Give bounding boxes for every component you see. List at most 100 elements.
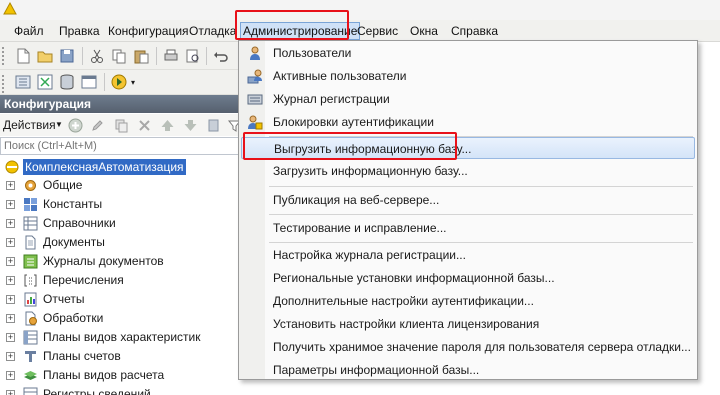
tree-item-label: Документы <box>43 235 105 249</box>
tree-root-label[interactable]: КомплекснаяАвтоматизация <box>23 159 186 175</box>
tree-item[interactable]: + Планы счетов <box>0 347 240 366</box>
info-registers-icon <box>23 387 38 395</box>
open-folder-icon[interactable] <box>36 47 54 65</box>
menu-item-label: Дополнительные настройки аутентификации.… <box>273 294 534 308</box>
menu-item-export-infobase[interactable]: Выгрузить информационную базу... <box>241 137 695 159</box>
menu-windows[interactable]: Окна <box>408 23 440 39</box>
menu-file[interactable]: Файл <box>12 23 46 39</box>
undo-icon[interactable] <box>212 47 230 65</box>
database-icon[interactable] <box>58 73 76 91</box>
expand-icon[interactable]: + <box>6 295 15 304</box>
paste-icon[interactable] <box>132 47 150 65</box>
expand-icon[interactable]: + <box>6 181 15 190</box>
tree-item[interactable]: + Документы <box>0 233 240 252</box>
actions-bar: Действия ▼ <box>0 114 242 136</box>
menu-administration[interactable]: Администрирование <box>240 22 361 40</box>
copy-icon[interactable] <box>110 47 128 65</box>
print-preview-icon[interactable] <box>184 47 202 65</box>
auth-lock-icon <box>248 115 263 130</box>
tree-item[interactable]: + Обработки <box>0 309 240 328</box>
expand-icon[interactable]: + <box>6 333 15 342</box>
expand-icon[interactable]: + <box>6 257 15 266</box>
tree-item[interactable]: + Журналы документов <box>0 252 240 271</box>
tree-item[interactable]: + Общие <box>0 176 240 195</box>
panel-title: Конфигурация <box>0 95 240 113</box>
start-debug-icon[interactable] <box>110 73 128 91</box>
event-log-icon <box>247 94 263 105</box>
menu-item-debug-server-password[interactable]: Получить хранимое значение пароля для по… <box>241 336 695 358</box>
delete-icon[interactable] <box>137 118 152 133</box>
expand-icon[interactable]: + <box>6 352 15 361</box>
edit-icon[interactable] <box>90 118 105 133</box>
menu-item-label: Установить настройки клиента лицензирова… <box>273 317 540 331</box>
menu-item-label: Параметры информационной базы... <box>273 363 480 377</box>
menu-help[interactable]: Справка <box>449 23 500 39</box>
config-tree-icon[interactable] <box>14 73 32 91</box>
menu-item-license-client-settings[interactable]: Установить настройки клиента лицензирова… <box>241 313 695 335</box>
menu-item-auth-locks[interactable]: Блокировки аутентификации <box>241 111 695 133</box>
tree-root[interactable]: КомплекснаяАвтоматизация <box>0 158 240 176</box>
search-field[interactable] <box>0 137 240 155</box>
menu-item-infobase-parameters[interactable]: Параметры информационной базы... <box>241 359 695 381</box>
menu-item-label: Получить хранимое значение пароля для по… <box>273 340 691 354</box>
toolbar-grip[interactable] <box>2 75 6 93</box>
menu-configuration[interactable]: Конфигурация <box>106 23 191 39</box>
toolbar-grip[interactable] <box>2 47 6 65</box>
menu-item-import-infobase[interactable]: Загрузить информационную базу... <box>241 160 695 182</box>
users-icon <box>250 46 260 60</box>
search-input[interactable] <box>1 138 239 154</box>
expand-icon[interactable]: + <box>6 314 15 323</box>
menu-item-users[interactable]: Пользователи <box>241 42 695 64</box>
documents-icon <box>25 235 36 250</box>
compare-config-icon[interactable] <box>36 73 54 91</box>
tree-item[interactable]: + Регистры сведений <box>0 385 240 395</box>
menu-separator <box>269 242 693 243</box>
menu-item-active-users[interactable]: Активные пользователи <box>241 65 695 87</box>
tree-item[interactable]: + Справочники <box>0 214 240 233</box>
tree-item-label: Журналы документов <box>43 254 164 268</box>
menu-item-label: Пользователи <box>273 46 352 60</box>
move-down-icon[interactable] <box>183 118 198 133</box>
tree-item-label: Константы <box>43 197 103 211</box>
add-icon[interactable] <box>68 118 83 133</box>
copy-item-icon[interactable] <box>114 118 129 133</box>
tree-item[interactable]: + Перечисления <box>0 271 240 290</box>
administration-menu: Пользователи Активные пользователи Журна… <box>238 40 698 380</box>
move-up-icon[interactable] <box>160 118 175 133</box>
menu-item-label: Региональные установки информационной ба… <box>273 271 555 285</box>
expand-icon[interactable]: + <box>6 238 15 247</box>
chevron-down-icon[interactable]: ▾ <box>131 78 135 87</box>
tree-item[interactable]: + Константы <box>0 195 240 214</box>
menu-item-regional-settings[interactable]: Региональные установки информационной ба… <box>241 267 695 289</box>
tree-item[interactable]: + Отчеты <box>0 290 240 309</box>
title-strip <box>0 0 720 20</box>
cut-icon[interactable] <box>88 47 106 65</box>
tree-item[interactable]: + Планы видов расчета <box>0 366 240 385</box>
expand-icon[interactable]: + <box>6 276 15 285</box>
menu-item-label: Загрузить информационную базу... <box>273 164 468 178</box>
expand-icon[interactable]: + <box>6 219 15 228</box>
menu-item-web-publish[interactable]: Публикация на веб-сервере... <box>241 189 695 211</box>
menu-debug[interactable]: Отладка <box>187 23 238 39</box>
menu-item-event-log[interactable]: Журнал регистрации <box>241 88 695 110</box>
save-icon[interactable] <box>58 47 76 65</box>
tree-item-label: Планы счетов <box>43 349 121 363</box>
expand-icon[interactable]: + <box>6 390 15 395</box>
menu-item-label: Активные пользователи <box>273 69 407 83</box>
menu-item-event-log-settings[interactable]: Настройка журнала регистрации... <box>241 244 695 266</box>
expand-icon[interactable]: + <box>6 200 15 209</box>
chevron-down-icon[interactable]: ▼ <box>55 120 63 129</box>
window-icon[interactable] <box>80 73 98 91</box>
menu-item-label: Публикация на веб-сервере... <box>273 193 440 207</box>
tree-item[interactable]: + Планы видов характеристик <box>0 328 240 347</box>
menu-item-auth-settings[interactable]: Дополнительные настройки аутентификации.… <box>241 290 695 312</box>
print-icon[interactable] <box>162 47 180 65</box>
menu-item-test-and-repair[interactable]: Тестирование и исправление... <box>241 217 695 239</box>
actions-menu-button[interactable]: Действия <box>3 118 56 132</box>
menu-edit[interactable]: Правка <box>57 23 102 39</box>
expand-icon[interactable]: + <box>6 371 15 380</box>
toolbar-config: ▾ <box>0 70 240 95</box>
menu-service[interactable]: Сервис <box>355 23 400 39</box>
new-file-icon[interactable] <box>14 47 32 65</box>
sort-icon[interactable] <box>206 118 221 133</box>
